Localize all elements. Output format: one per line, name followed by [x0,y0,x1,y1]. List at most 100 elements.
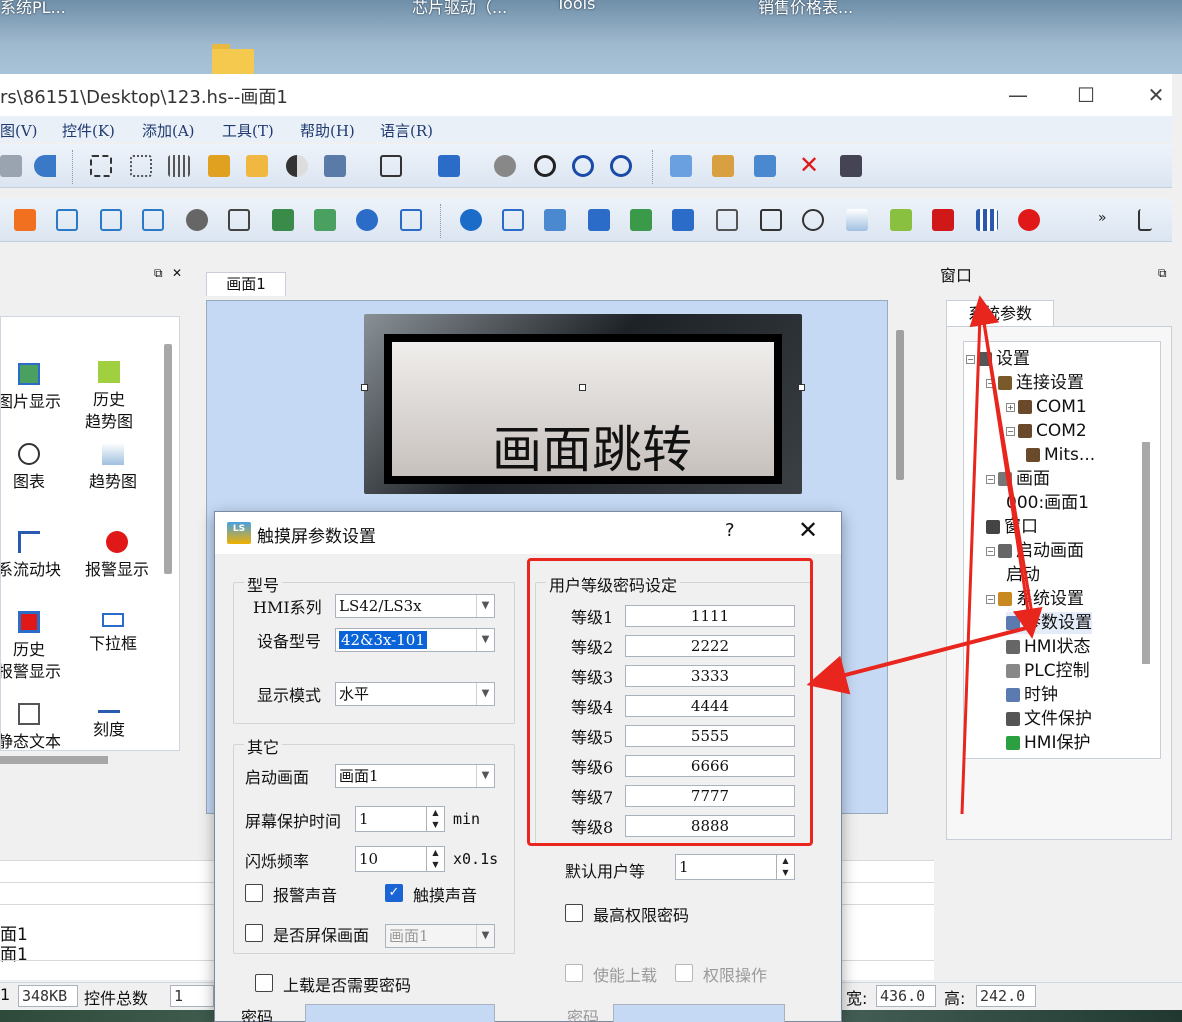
select-icon[interactable] [90,155,112,177]
contrast-icon[interactable] [286,155,308,177]
palette-item-dropdown[interactable]: 下拉框 [73,613,153,655]
user-icon[interactable] [272,209,294,231]
keypad-icon[interactable] [588,209,610,231]
multi-select-icon[interactable] [130,155,152,177]
tree-node[interactable]: 参数设置 [1006,612,1092,634]
function-icon[interactable] [56,209,78,231]
picture-icon[interactable] [314,209,336,231]
function3-icon[interactable] [142,209,164,231]
move-icon[interactable] [356,209,378,231]
desktop-icon-label[interactable]: 芯片驱动（... [412,0,507,18]
tab-system-params[interactable]: 系统参数 [946,300,1054,326]
menu-tools[interactable]: 工具(T) [222,120,274,141]
collapse-icon[interactable]: − [966,355,975,364]
menu-add[interactable]: 添加(A) [142,120,195,141]
grid-icon[interactable] [168,155,190,177]
tree-node[interactable]: − 系统设置 [986,588,1084,610]
pin-icon[interactable]: ⧉ [1158,266,1167,281]
menu-controls[interactable]: 控件(K) [62,120,115,141]
touch-sound-checkbox[interactable]: ✓ [385,884,403,902]
gauge-icon[interactable] [802,209,824,231]
collapse-icon[interactable]: − [986,379,995,388]
palette-item-static-text[interactable]: 静态文本 [1,703,69,750]
recipe-icon[interactable] [716,209,738,231]
email-icon[interactable] [400,209,422,231]
stop-icon[interactable] [1018,209,1040,231]
tree-node[interactable]: HMI状态 [1006,636,1090,658]
palette-item-ruler[interactable]: 刻度 [69,703,149,741]
palette-scrollbar[interactable] [164,344,172,574]
level-password-field[interactable]: 8888 [625,815,795,837]
menu-view[interactable]: 图(V) [0,120,38,141]
tree-node[interactable]: 000:画面1 [1006,492,1089,514]
align-left-icon[interactable] [324,155,346,177]
delete-icon[interactable]: ✕ [798,153,820,177]
tree-node[interactable]: − 启动画面 [986,540,1084,562]
tab-screen1[interactable]: 画面1 [206,272,286,296]
tree-node[interactable]: − 设置 [966,348,1030,370]
minimize-button[interactable]: — [998,78,1038,112]
tree-node[interactable]: 时钟 [1006,684,1058,706]
collapse-icon[interactable]: − [986,547,995,556]
screensaver-time-stepper[interactable]: 1 ▲ ▼ [355,806,445,832]
undo-icon[interactable] [34,155,56,177]
tree-node[interactable]: 文件保护 [1006,708,1092,730]
numeric-icon[interactable] [502,209,524,231]
desktop-icon-label[interactable]: Tools [556,0,595,13]
palette-item-flow-block[interactable]: 系流动块 [1,531,69,581]
selection-handle[interactable] [579,384,586,391]
tree-node[interactable]: Mits... [1026,444,1095,466]
password-field[interactable] [305,1004,495,1022]
help-button[interactable]: ? [725,520,735,541]
level-password-field[interactable]: 7777 [625,785,795,807]
collapse-icon[interactable]: − [986,475,995,484]
top-password-checkbox[interactable] [565,904,583,922]
pin-icon[interactable]: ⧉ [154,266,163,281]
palette-hscrollbar[interactable] [0,756,108,764]
connector-icon[interactable] [1138,209,1152,231]
image-control-icon[interactable] [630,209,652,231]
maximize-button[interactable]: ☐ [1066,78,1106,112]
tree-node[interactable]: − COM2 [1006,420,1087,442]
alarm-sound-checkbox[interactable] [245,884,263,902]
display-mode-select[interactable]: 水平 ▼ [335,682,495,706]
flow-icon[interactable] [760,209,782,231]
more-icon[interactable]: » [1098,210,1107,226]
default-user-stepper[interactable]: 1 ▲ ▼ [675,854,795,880]
gear-icon[interactable] [186,209,208,231]
menu-help[interactable]: 帮助(H) [300,120,355,141]
tree-node[interactable]: + COM1 [1006,396,1087,418]
zoom-in-icon[interactable] [572,155,594,177]
redo-icon[interactable] [0,155,22,177]
startup-screen-select[interactable]: 画面1 ▼ [335,764,495,788]
bar-icon[interactable] [976,209,998,231]
desktop-icon-label[interactable]: 系统PL... [0,0,66,18]
zoom-out-icon[interactable] [610,155,632,177]
find-icon[interactable] [840,155,862,177]
tree-node[interactable]: − 连接设置 [986,372,1084,394]
palette-item-image[interactable]: 图片显示 [1,363,69,413]
tree-node[interactable]: PLC控制 [1006,660,1090,682]
indicator-icon[interactable] [672,209,694,231]
screen-jump-button[interactable]: 画面跳转 [364,314,802,494]
close-button[interactable]: ✕ [1136,78,1176,112]
level-password-field[interactable]: 3333 [625,665,795,687]
level-password-field[interactable]: 6666 [625,755,795,777]
lock-icon[interactable] [208,155,230,177]
level-password-field[interactable]: 2222 [625,635,795,657]
resize-icon[interactable] [380,155,402,177]
device-model-select[interactable]: 42&3x-101 ▼ [335,628,495,652]
paste-icon[interactable] [712,155,734,177]
selection-handle[interactable] [798,384,805,391]
dialog-close-button[interactable]: ✕ [793,516,823,544]
zoom-icon[interactable] [534,155,556,177]
screensaver-checkbox[interactable] [245,924,263,942]
refresh-icon[interactable] [14,209,36,231]
expand-icon[interactable]: + [1006,403,1015,412]
level-password-field[interactable]: 4444 [625,695,795,717]
tree-node[interactable]: HMI保护 [1006,732,1090,754]
palette-item-history-alarm[interactable]: 历史 报警显示 [1,611,69,683]
flip-icon[interactable] [494,155,516,177]
trend-icon[interactable] [846,209,868,231]
level-password-field[interactable]: 1111 [625,605,795,627]
